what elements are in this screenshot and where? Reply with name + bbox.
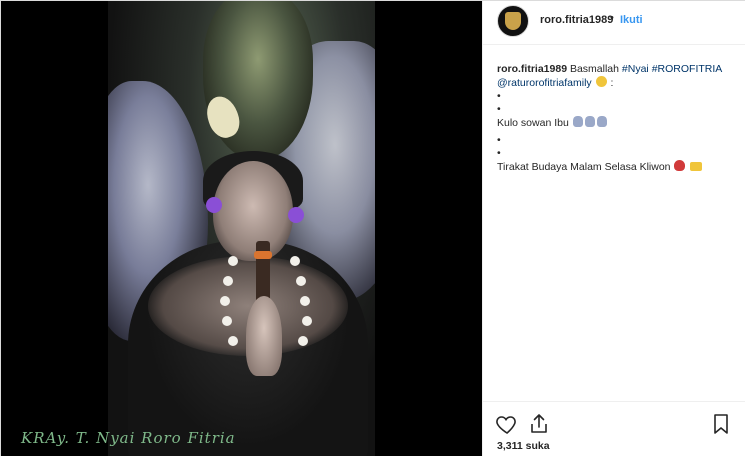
caption-line-2: @raturorofitriafamily : xyxy=(497,76,737,90)
flower-garland xyxy=(296,276,306,286)
header-separator: • xyxy=(610,12,614,24)
praying-hands-icon xyxy=(572,116,583,127)
flower-garland xyxy=(300,296,310,306)
caption-username[interactable]: roro.fitria1989 xyxy=(497,63,567,75)
caption-tirakat-text: Tirakat Budaya Malam Selasa Kliwon xyxy=(497,161,671,173)
flower-garland xyxy=(290,256,300,266)
caption-bullet: • xyxy=(497,147,501,159)
post-caption: roro.fitria1989 Basmallah #Nyai #ROROFIT… xyxy=(497,63,737,174)
caption-line-1: roro.fitria1989 Basmallah #Nyai #ROROFIT… xyxy=(497,63,737,76)
flower-garland xyxy=(220,296,230,306)
likes-count[interactable]: 3,311 suka xyxy=(497,440,550,452)
post-header: roro.fitria1989 • Ikuti xyxy=(483,1,745,45)
ticket-icon xyxy=(690,162,703,171)
caption-bullet: • xyxy=(497,90,501,102)
caption-colon: : xyxy=(610,77,614,89)
flower-garland xyxy=(302,316,312,326)
flower-garland xyxy=(222,316,232,326)
avatar[interactable] xyxy=(497,5,529,37)
flower-garland xyxy=(223,276,233,286)
hair-flower xyxy=(206,197,222,213)
follow-button[interactable]: Ikuti xyxy=(620,14,643,26)
hashtag-nyai[interactable]: #Nyai xyxy=(622,63,649,75)
flower-garland xyxy=(228,256,238,266)
praying-hands-icon xyxy=(596,116,607,127)
share-icon[interactable] xyxy=(527,412,551,436)
hair-flower xyxy=(288,207,304,223)
person-head xyxy=(213,161,293,261)
post-sidebar: roro.fitria1989 • Ikuti roro.fitria1989 … xyxy=(482,1,745,456)
hashtag-rorofitria[interactable]: #ROROFITRIA xyxy=(652,63,723,75)
rose-icon xyxy=(674,160,686,171)
post-media[interactable]: KRAy. T. Nyai Roro Fitria xyxy=(1,1,482,456)
incense-tip xyxy=(254,251,272,259)
caption-bullet: • xyxy=(497,134,501,146)
caption-kulo-text: Kulo sowan Ibu xyxy=(497,117,569,129)
header-username[interactable]: roro.fitria1989 xyxy=(540,14,613,26)
face-emoji-icon xyxy=(595,76,607,87)
praying-hands xyxy=(246,296,282,376)
heart-icon[interactable] xyxy=(495,412,519,436)
video-frame[interactable] xyxy=(108,1,375,456)
caption-tirakat: Tirakat Budaya Malam Selasa Kliwon xyxy=(497,160,737,174)
caption-text: Basmallah xyxy=(569,63,619,75)
watermark-text: KRAy. T. Nyai Roro Fitria xyxy=(21,429,236,447)
post-actions: 3,311 suka xyxy=(483,401,745,456)
flower-garland xyxy=(298,336,308,346)
caption-bullet: • xyxy=(497,103,501,115)
crest-icon xyxy=(505,12,521,30)
instagram-post: KRAy. T. Nyai Roro Fitria roro.fitria198… xyxy=(0,0,745,456)
flower-garland xyxy=(228,336,238,346)
praying-hands-icon xyxy=(584,116,595,127)
bookmark-icon[interactable] xyxy=(709,412,733,436)
caption-kulo: Kulo sowan Ibu xyxy=(497,116,737,130)
mention-link[interactable]: @raturorofitriafamily xyxy=(497,77,592,89)
